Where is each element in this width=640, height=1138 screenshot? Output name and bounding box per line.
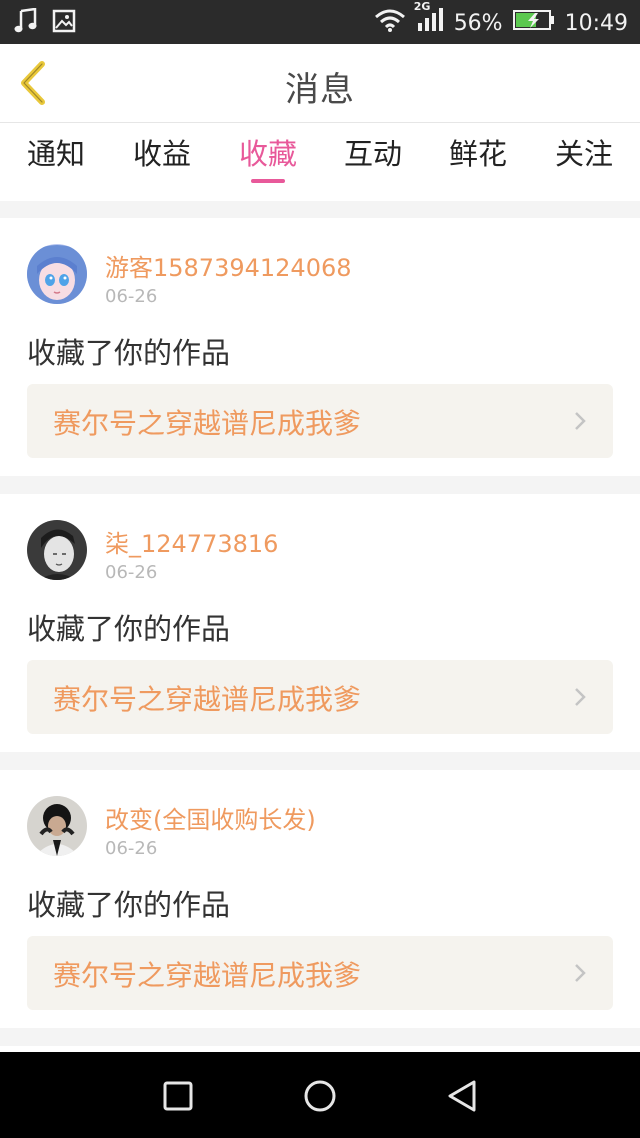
message-card: 柒_124773816 06-26 收藏了你的作品 赛尔号之穿越谱尼成我爹 xyxy=(0,494,640,752)
music-note-icon xyxy=(14,7,38,38)
battery-percent: 56% xyxy=(453,10,503,36)
signal-icon: 2G xyxy=(414,0,444,39)
tab-favorites[interactable]: 收藏 xyxy=(215,123,321,201)
status-bar: 2G 56% 10:49 xyxy=(0,0,640,44)
back-nav-button[interactable] xyxy=(440,1074,484,1118)
work-title: 赛尔号之穿越谱尼成我爹 xyxy=(53,959,362,992)
tab-label: 收藏 xyxy=(238,137,297,171)
home-button[interactable] xyxy=(298,1074,342,1118)
triangle-back-icon xyxy=(448,1080,476,1112)
tab-label: 通知 xyxy=(26,137,85,171)
message-text: 收藏了你的作品 xyxy=(27,888,231,922)
tab-earnings[interactable]: 收益 xyxy=(109,123,215,201)
avatar[interactable] xyxy=(27,520,87,580)
page-title: 消息 xyxy=(285,70,355,110)
avatar[interactable] xyxy=(27,796,87,856)
square-icon xyxy=(163,1081,193,1111)
tab-notifications[interactable]: 通知 xyxy=(3,123,109,201)
circle-icon xyxy=(304,1080,336,1112)
wifi-icon xyxy=(374,8,406,38)
tab-label: 鲜花 xyxy=(448,137,507,171)
active-tab-indicator xyxy=(251,179,285,183)
username[interactable]: 改变(全国收购长发) xyxy=(105,800,316,835)
work-title: 赛尔号之穿越谱尼成我爹 xyxy=(53,683,362,716)
avatar[interactable] xyxy=(27,244,87,304)
app-header: 消息 xyxy=(0,44,640,123)
tab-interactions[interactable]: 互动 xyxy=(320,123,426,201)
chevron-right-icon xyxy=(575,412,586,430)
username[interactable]: 柒_124773816 xyxy=(105,524,278,559)
person-photo-avatar-icon xyxy=(27,796,87,856)
anime-girl-avatar-icon xyxy=(27,244,87,304)
message-text: 收藏了你的作品 xyxy=(27,336,231,370)
system-nav-bar xyxy=(0,1052,640,1138)
recents-button[interactable] xyxy=(156,1074,200,1118)
work-link[interactable]: 赛尔号之穿越谱尼成我爹 xyxy=(27,660,613,734)
message-date: 06-26 xyxy=(105,286,158,307)
message-date: 06-26 xyxy=(105,838,158,859)
work-link[interactable]: 赛尔号之穿越谱尼成我爹 xyxy=(27,936,613,1010)
tab-bar: 通知 收益 收藏 互动 鲜花 关注 xyxy=(0,123,640,201)
clock: 10:49 xyxy=(564,10,628,36)
tab-label: 收益 xyxy=(132,137,191,171)
tab-label: 关注 xyxy=(554,137,613,171)
message-card: 改变(全国收购长发) 06-26 收藏了你的作品 赛尔号之穿越谱尼成我爹 xyxy=(0,770,640,1028)
message-card: 游客1587394124068 06-26 收藏了你的作品 赛尔号之穿越谱尼成我… xyxy=(0,218,640,476)
chevron-right-icon xyxy=(575,688,586,706)
tab-flowers[interactable]: 鲜花 xyxy=(425,123,531,201)
work-title: 赛尔号之穿越谱尼成我爹 xyxy=(53,407,362,440)
username[interactable]: 游客1587394124068 xyxy=(105,248,352,283)
tab-following[interactable]: 关注 xyxy=(531,123,637,201)
message-date: 06-26 xyxy=(105,562,158,583)
network-type: 2G xyxy=(413,0,431,13)
battery-charging-icon xyxy=(512,9,555,37)
image-icon xyxy=(52,9,76,37)
message-text: 收藏了你的作品 xyxy=(27,612,231,646)
anime-boy-avatar-icon xyxy=(27,520,87,580)
tab-label: 互动 xyxy=(343,137,402,171)
work-link[interactable]: 赛尔号之穿越谱尼成我爹 xyxy=(27,384,613,458)
chevron-right-icon xyxy=(575,964,586,982)
